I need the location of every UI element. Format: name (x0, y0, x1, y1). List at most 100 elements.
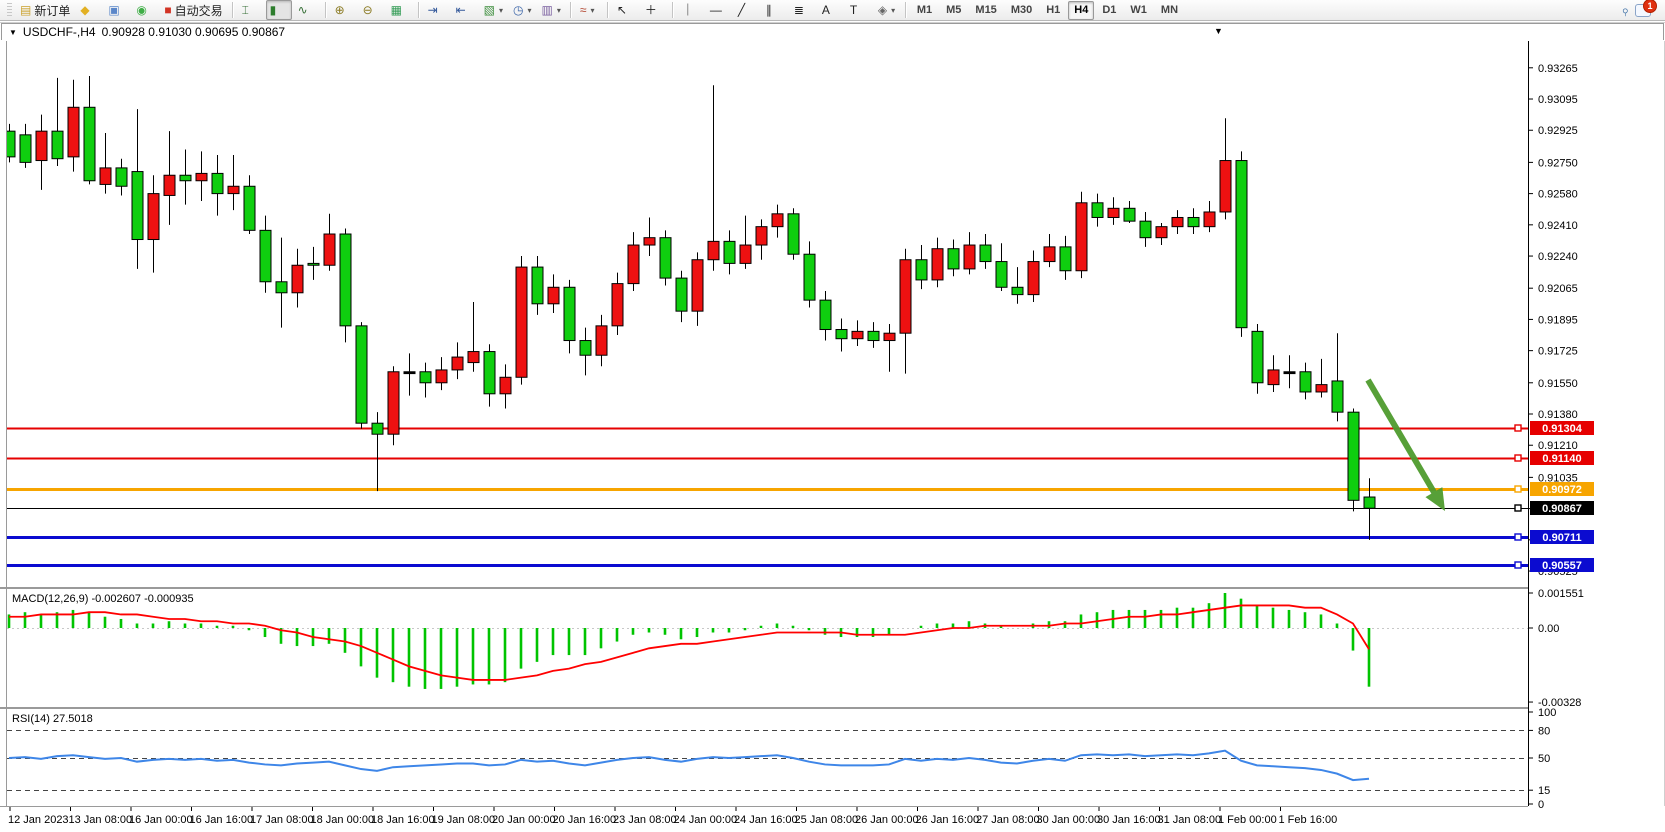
candle (788, 208, 799, 259)
timeframe-m1-button[interactable]: M1 (911, 1, 938, 20)
bar-chart-icon: ⌶ (242, 4, 249, 16)
hline-handle[interactable] (1515, 505, 1521, 511)
auto-trading-button-label: 自动交易 (175, 2, 223, 19)
chevron-down-icon: ▾ (499, 6, 503, 15)
arrows-button[interactable]: ◈▾ (874, 0, 900, 20)
channel-icon: ∥ (766, 4, 772, 16)
cursor-icon: ↖ (617, 4, 627, 16)
auto-trading-button[interactable]: ■自动交易 (160, 0, 226, 20)
line-chart-button[interactable]: ∿ (294, 0, 320, 20)
templates-button[interactable]: ▥▾ (537, 0, 564, 20)
terminal-button[interactable]: ▣ (104, 0, 130, 20)
hline-handle[interactable] (1515, 534, 1521, 540)
candle (340, 229, 351, 343)
signals-button[interactable]: ◉ (132, 0, 158, 20)
trendline-button[interactable]: ╱ (734, 0, 760, 20)
timeframe-d1-button[interactable]: D1 (1096, 1, 1122, 20)
price-tick: 0.91380 (1538, 409, 1578, 421)
tile-windows-icon: ▦ (391, 4, 402, 16)
candle (660, 230, 671, 285)
mt4-window: ▤新订单◆▣◉■自动交易⌶▮∿⊕⊖▦⇥⇤▧▾◷▾▥▾≈▾↖＋｜—╱∥≣AT◈▾M… (0, 0, 1665, 832)
price-tick: 0.91895 (1538, 314, 1578, 326)
timeframe-m15-button[interactable]: M15 (969, 1, 1002, 20)
crosshair-icon: ＋ (645, 4, 657, 16)
hline-handle[interactable] (1515, 486, 1521, 492)
timeframe-m30-button[interactable]: M30 (1005, 1, 1038, 20)
zoom-out-icon: ⊖ (363, 4, 373, 16)
time-axis-label: 20 Jan 16:00 (553, 814, 617, 826)
chart-scroll-marker-icon[interactable]: ▼ (1214, 26, 1223, 36)
chart-window: ▼ USDCHF-,H4 0.90928 0.91030 0.90695 0.9… (0, 22, 1665, 832)
text-label-button[interactable]: T (846, 0, 872, 20)
hline-handle[interactable] (1515, 562, 1521, 568)
timeframe-w1-button[interactable]: W1 (1124, 1, 1153, 20)
bar-chart-button[interactable]: ⌶ (238, 0, 264, 20)
chart-canvas[interactable]: MACD(12,26,9) -0.002607 -0.000935RSI(14)… (0, 41, 1665, 832)
period-clock-button[interactable]: ◷▾ (509, 0, 536, 20)
time-axis-label: 24 Jan 00:00 (674, 814, 738, 826)
rsi-axis-tick: 50 (1538, 753, 1550, 765)
time-axis-label: 18 Jan 00:00 (311, 814, 375, 826)
funds-icon: ◆ (80, 4, 89, 16)
new-order-button[interactable]: ▤新订单 (16, 0, 74, 20)
timeframe-h4-button[interactable]: H4 (1068, 1, 1094, 20)
rsi-axis-tick: 80 (1538, 725, 1550, 737)
timeframe-mn-button[interactable]: MN (1155, 1, 1184, 20)
hline-price-label: 0.90557 (1542, 560, 1582, 572)
vertical-line-icon: ｜ (682, 4, 694, 16)
time-axis-label: 31 Jan 08:00 (1158, 814, 1222, 826)
period-clock-icon: ◷ (513, 4, 523, 16)
auto-scroll-button[interactable]: ⇥ (424, 0, 450, 20)
candle (356, 322, 367, 429)
macd-axis-tick: 0.00 (1538, 623, 1559, 635)
vertical-line-button[interactable]: ｜ (678, 0, 704, 20)
candlestick-chart-button[interactable]: ▮ (266, 0, 292, 20)
indicators-icon: ≈ (580, 4, 587, 16)
price-tick: 0.93095 (1538, 94, 1578, 106)
zoom-out-button[interactable]: ⊖ (359, 0, 385, 20)
time-axis-label: 19 Jan 08:00 (432, 814, 496, 826)
notification-badge: 1 (1643, 0, 1657, 13)
hline-handle[interactable] (1515, 425, 1521, 431)
new-chart-button[interactable]: ▧▾ (480, 0, 507, 20)
notifications-button[interactable]: 1 (1635, 2, 1655, 18)
price-tick: 0.92750 (1538, 157, 1578, 169)
price-tick: 0.92240 (1538, 251, 1578, 263)
chart-symbol-label: USDCHF-,H4 (23, 25, 96, 39)
signals-icon: ◉ (136, 4, 146, 16)
chevron-down-icon: ▾ (590, 6, 594, 15)
zoom-in-icon: ⊕ (335, 4, 345, 16)
indicators-button[interactable]: ≈▾ (576, 0, 602, 20)
new-chart-icon: ▧ (484, 4, 495, 16)
chart-ohlc-values: 0.90928 0.91030 0.90695 0.90867 (102, 25, 286, 39)
timeframe-m5-button[interactable]: M5 (940, 1, 967, 20)
price-tick: 0.93265 (1538, 63, 1578, 75)
macd-indicator-label: MACD(12,26,9) -0.002607 -0.000935 (12, 593, 194, 605)
chart-shift-button[interactable]: ⇤ (452, 0, 478, 20)
price-tick: 0.92065 (1538, 283, 1578, 295)
crosshair-button[interactable]: ＋ (641, 0, 667, 20)
timeframe-h1-button[interactable]: H1 (1040, 1, 1066, 20)
collapse-icon[interactable]: ▼ (9, 28, 17, 37)
zoom-in-button[interactable]: ⊕ (331, 0, 357, 20)
cursor-button[interactable]: ↖ (613, 0, 639, 20)
time-axis-label: 24 Jan 16:00 (734, 814, 798, 826)
horizontal-line-button[interactable]: — (706, 0, 732, 20)
time-axis-label: 30 Jan 00:00 (1037, 814, 1101, 826)
time-axis-label: 17 Jan 08:00 (250, 814, 314, 826)
funds-button[interactable]: ◆ (76, 0, 102, 20)
fibonacci-button[interactable]: ≣ (790, 0, 816, 20)
main-toolbar: ▤新订单◆▣◉■自动交易⌶▮∿⊕⊖▦⇥⇤▧▾◷▾▥▾≈▾↖＋｜—╱∥≣AT◈▾M… (0, 0, 1665, 21)
time-axis-label: 23 Jan 08:00 (613, 814, 677, 826)
price-tick: 0.92925 (1538, 125, 1578, 137)
tile-windows-button[interactable]: ▦ (387, 0, 413, 20)
text-button[interactable]: A (818, 0, 844, 20)
hline-price-label: 0.91304 (1542, 423, 1583, 435)
search-icon[interactable]: ⌕ (1616, 1, 1634, 19)
channel-button[interactable]: ∥ (762, 0, 788, 20)
candle (388, 366, 399, 445)
hline-handle[interactable] (1515, 455, 1521, 461)
time-axis-label: 18 Jan 16:00 (371, 814, 435, 826)
chart-title-bar: ▼ USDCHF-,H4 0.90928 0.91030 0.90695 0.9… (1, 23, 1664, 40)
rsi-axis-tick: 0 (1538, 799, 1544, 811)
